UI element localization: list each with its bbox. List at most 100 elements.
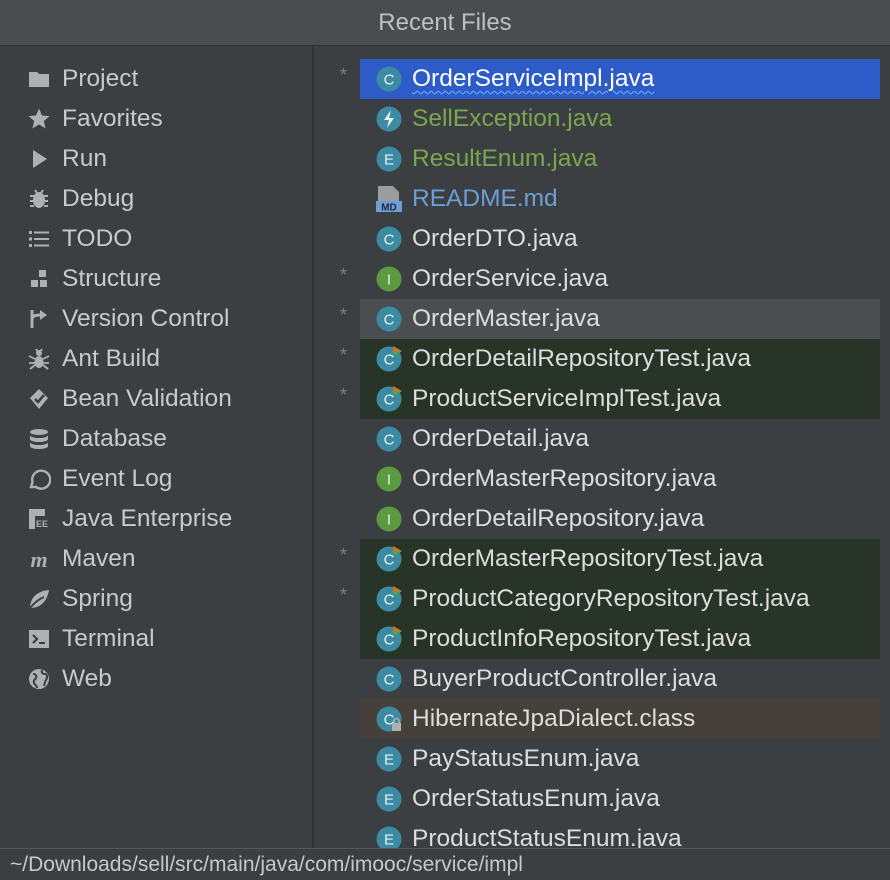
interface-file-icon: I	[375, 505, 403, 533]
svg-text:C: C	[384, 232, 395, 249]
tool-window-label: Spring	[62, 585, 133, 612]
folder-icon	[25, 59, 53, 99]
modified-marker: *	[340, 385, 348, 405]
modified-marker: *	[340, 305, 348, 325]
tool-window-item[interactable]: Version Control	[0, 299, 312, 339]
tool-window-item[interactable]: Database	[0, 419, 312, 459]
tool-window-item[interactable]: Bean Validation	[0, 379, 312, 419]
file-name: SellException.java	[412, 105, 613, 132]
modified-marker: *	[340, 265, 348, 285]
modified-marker: *	[340, 585, 348, 605]
test-file-icon: C	[375, 385, 403, 413]
svg-text:C: C	[384, 312, 395, 329]
tool-window-item[interactable]: TODO	[0, 219, 312, 259]
markdown-file-icon: MD	[375, 185, 403, 214]
ant-icon	[25, 339, 53, 379]
recent-file-item[interactable]: * C OrderMaster.java	[314, 299, 890, 339]
compiled-class-file-icon: C	[375, 705, 403, 733]
recent-file-item[interactable]: E ResultEnum.java	[314, 139, 890, 179]
svg-text:C: C	[384, 632, 395, 649]
recent-file-item[interactable]: * C OrderDetailRepositoryTest.java	[314, 339, 890, 379]
file-name: OrderDTO.java	[412, 225, 578, 252]
recent-file-item[interactable]: E OrderStatusEnum.java	[314, 779, 890, 819]
svg-text:C: C	[384, 352, 395, 369]
enum-file-icon: E	[375, 825, 403, 848]
tool-window-label: Favorites	[62, 105, 163, 132]
svg-text:E: E	[384, 792, 394, 809]
file-name: ProductCategoryRepositoryTest.java	[412, 585, 810, 612]
svg-text:C: C	[384, 72, 395, 89]
tool-window-item[interactable]: Favorites	[0, 99, 312, 139]
tool-window-item[interactable]: Debug	[0, 179, 312, 219]
recent-file-item[interactable]: C OrderDetail.java	[314, 419, 890, 459]
bean-icon	[25, 379, 53, 419]
recent-file-item[interactable]: I OrderDetailRepository.java	[314, 499, 890, 539]
file-name: OrderDetailRepositoryTest.java	[412, 345, 752, 372]
recent-file-item[interactable]: * C OrderServiceImpl.java	[314, 59, 890, 99]
file-name: ProductServiceImplTest.java	[412, 385, 722, 412]
enum-file-icon: E	[375, 145, 403, 173]
recent-file-item[interactable]: * C ProductCategoryRepositoryTest.java	[314, 579, 890, 619]
file-name: ProductInfoRepositoryTest.java	[412, 625, 752, 652]
tool-window-item[interactable]: Terminal	[0, 619, 312, 659]
tool-window-item[interactable]: Spring	[0, 579, 312, 619]
file-name: OrderDetailRepository.java	[412, 505, 705, 532]
bug-icon	[25, 179, 53, 219]
tool-window-item[interactable]: Event Log	[0, 459, 312, 499]
file-name: OrderMaster.java	[412, 305, 600, 332]
recent-file-item[interactable]: SellException.java	[314, 99, 890, 139]
file-name: README.md	[412, 185, 558, 212]
enum-file-icon: E	[375, 785, 403, 813]
recent-file-item[interactable]: C HibernateJpaDialect.class	[314, 699, 890, 739]
tool-window-label: Database	[62, 425, 167, 452]
terminal-icon	[25, 619, 53, 659]
svg-text:E: E	[384, 152, 394, 169]
recent-file-item[interactable]: E PayStatusEnum.java	[314, 739, 890, 779]
recent-file-item[interactable]: C BuyerProductController.java	[314, 659, 890, 699]
class-file-icon: C	[375, 225, 403, 253]
file-name: BuyerProductController.java	[412, 665, 718, 692]
recent-file-item[interactable]: * C ProductServiceImplTest.java	[314, 379, 890, 419]
tool-window-list: Project Favorites Run Debug TODO Structure Ver…	[0, 46, 312, 848]
spring-icon	[25, 579, 53, 619]
tool-window-label: Web	[62, 665, 112, 692]
popup-title: Recent Files	[0, 0, 890, 46]
tool-window-label: Terminal	[62, 625, 155, 652]
recent-file-item[interactable]: E ProductStatusEnum.java	[314, 819, 890, 848]
structure-icon	[25, 259, 53, 299]
modified-marker: *	[340, 65, 348, 85]
file-name: ProductStatusEnum.java	[412, 825, 682, 848]
tool-window-item[interactable]: Web	[0, 659, 312, 699]
tool-window-label: Maven	[62, 545, 136, 572]
tool-window-item[interactable]: Structure	[0, 259, 312, 299]
svg-text:E: E	[384, 832, 394, 849]
recent-files-list: * C OrderServiceImpl.java SellException.jav…	[314, 46, 890, 848]
recent-file-item[interactable]: * C OrderMasterRepositoryTest.java	[314, 539, 890, 579]
class-file-icon: C	[375, 425, 403, 453]
recent-file-item[interactable]: * I OrderService.java	[314, 259, 890, 299]
recent-file-item[interactable]: C OrderDTO.java	[314, 219, 890, 259]
modified-marker: *	[340, 345, 348, 365]
file-name: ResultEnum.java	[412, 145, 598, 172]
tool-window-item[interactable]: m Maven	[0, 539, 312, 579]
file-name: OrderMasterRepositoryTest.java	[412, 545, 764, 572]
tool-window-label: Run	[62, 145, 107, 172]
recent-file-item[interactable]: MD README.md	[314, 179, 890, 219]
recent-file-item[interactable]: C ProductInfoRepositoryTest.java	[314, 619, 890, 659]
tool-window-item[interactable]: Run	[0, 139, 312, 179]
recent-file-item[interactable]: I OrderMasterRepository.java	[314, 459, 890, 499]
tool-window-item[interactable]: Ant Build	[0, 339, 312, 379]
test-file-icon: C	[375, 625, 403, 653]
vcs-icon	[25, 299, 53, 339]
tool-window-item[interactable]: Project	[0, 59, 312, 99]
svg-text:C: C	[384, 392, 395, 409]
svg-text:E: E	[384, 752, 394, 769]
run-icon	[25, 139, 53, 179]
list-icon	[25, 219, 53, 259]
file-path-status: ~/Downloads/sell/src/main/java/com/imooc…	[0, 848, 890, 880]
tool-window-item[interactable]: EE Java Enterprise	[0, 499, 312, 539]
tool-window-label: Ant Build	[62, 345, 161, 372]
file-name: OrderDetail.java	[412, 425, 590, 452]
tool-window-label: Bean Validation	[62, 385, 232, 412]
svg-text:I: I	[387, 512, 391, 529]
